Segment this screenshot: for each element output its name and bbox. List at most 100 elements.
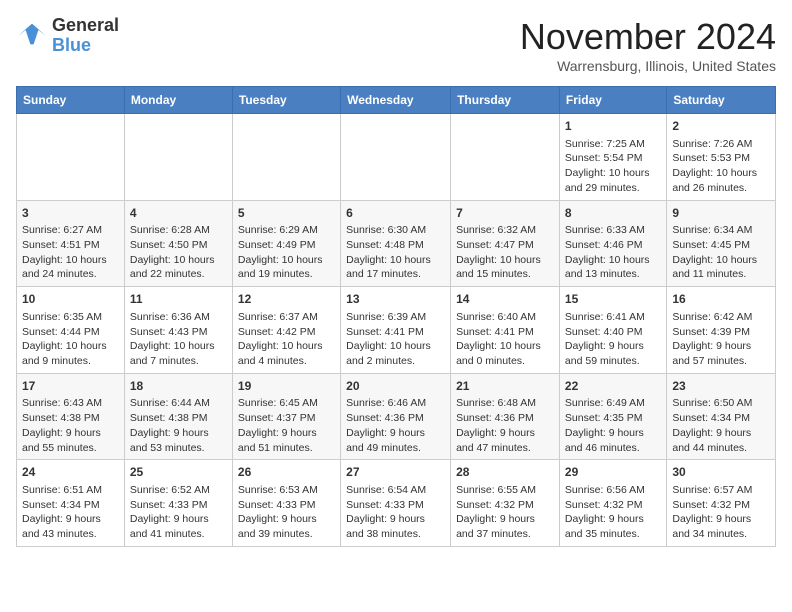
calendar-cell: 16Sunrise: 6:42 AMSunset: 4:39 PMDayligh…: [667, 287, 776, 374]
day-info: Sunset: 4:46 PM: [565, 238, 661, 253]
day-info: Sunset: 4:37 PM: [238, 411, 335, 426]
day-number: 7: [456, 205, 554, 222]
day-info: Sunrise: 6:53 AM: [238, 483, 335, 498]
day-info: Sunset: 4:50 PM: [130, 238, 227, 253]
day-info: Sunrise: 7:26 AM: [672, 137, 770, 152]
calendar-cell: [341, 114, 451, 201]
day-info: Sunrise: 6:50 AM: [672, 396, 770, 411]
calendar-cell: 15 Sunrise: 6:41 AMSunset: 4:40 PMDayligh…: [559, 287, 666, 374]
day-info: Sunrise: 6:44 AM: [130, 396, 227, 411]
day-number: 24: [22, 464, 119, 481]
calendar-cell: 3Sunrise: 6:27 AMSunset: 4:51 PMDaylight…: [17, 200, 125, 287]
col-header-thursday: Thursday: [451, 87, 560, 114]
day-info: Daylight: 9 hours and 39 minutes.: [238, 512, 335, 541]
day-info: Daylight: 10 hours and 26 minutes.: [672, 166, 770, 195]
day-info: Sunset: 4:49 PM: [238, 238, 335, 253]
day-number: 20: [346, 378, 445, 395]
day-info: Sunset: 4:34 PM: [22, 498, 119, 513]
day-info: Sunrise: 6:35 AM: [22, 310, 119, 325]
day-info: Sunset: 4:40 PM: [565, 325, 661, 340]
day-info: Sunset: 4:39 PM: [672, 325, 770, 340]
day-info: Daylight: 10 hours and 29 minutes.: [565, 166, 661, 195]
day-number: 3: [22, 205, 119, 222]
day-info: Daylight: 10 hours and 7 minutes.: [130, 339, 227, 368]
calendar-cell: 2Sunrise: 7:26 AMSunset: 5:53 PMDaylight…: [667, 114, 776, 201]
calendar-cell: 27Sunrise: 6:54 AMSunset: 4:33 PMDayligh…: [341, 460, 451, 547]
day-info: Sunset: 5:54 PM: [565, 151, 661, 166]
calendar-cell: 10Sunrise: 6:35 AMSunset: 4:44 PMDayligh…: [17, 287, 125, 374]
day-info: Daylight: 9 hours and 37 minutes.: [456, 512, 554, 541]
calendar-cell: 4Sunrise: 6:28 AMSunset: 4:50 PMDaylight…: [124, 200, 232, 287]
day-info: Daylight: 10 hours and 4 minutes.: [238, 339, 335, 368]
day-info: Daylight: 9 hours and 51 minutes.: [238, 426, 335, 455]
day-info: Sunrise: 6:37 AM: [238, 310, 335, 325]
day-info: Sunrise: 6:52 AM: [130, 483, 227, 498]
day-number: 22: [565, 378, 661, 395]
day-info: Daylight: 10 hours and 17 minutes.: [346, 253, 445, 282]
calendar-cell: 26Sunrise: 6:53 AMSunset: 4:33 PMDayligh…: [232, 460, 340, 547]
day-info: Sunset: 5:53 PM: [672, 151, 770, 166]
calendar-table: SundayMondayTuesdayWednesdayThursdayFrid…: [16, 86, 776, 547]
day-number: 12: [238, 291, 335, 308]
logo-text: General Blue: [52, 16, 119, 56]
calendar-cell: 29Sunrise: 6:56 AMSunset: 4:32 PMDayligh…: [559, 460, 666, 547]
day-info: Daylight: 9 hours and 44 minutes.: [672, 426, 770, 455]
day-info: Daylight: 9 hours and 59 minutes.: [565, 339, 661, 368]
logo-bird-icon: [16, 22, 48, 50]
calendar-cell: [17, 114, 125, 201]
day-info: Sunrise: 6:28 AM: [130, 223, 227, 238]
calendar-cell: 24Sunrise: 6:51 AMSunset: 4:34 PMDayligh…: [17, 460, 125, 547]
day-number: 18: [130, 378, 227, 395]
col-header-saturday: Saturday: [667, 87, 776, 114]
calendar-cell: 25 Sunrise: 6:52 AMSunset: 4:33 PMDayligh…: [124, 460, 232, 547]
day-info: Sunrise: 6:32 AM: [456, 223, 554, 238]
day-info: Sunrise: 6:40 AM: [456, 310, 554, 325]
day-info: Sunrise: 6:46 AM: [346, 396, 445, 411]
day-info: Daylight: 9 hours and 41 minutes.: [130, 512, 227, 541]
day-info: Sunrise: 6:30 AM: [346, 223, 445, 238]
day-number: 9: [672, 205, 770, 222]
day-info: Sunrise: 6:33 AM: [565, 223, 661, 238]
day-info: Sunset: 4:36 PM: [346, 411, 445, 426]
day-info: Daylight: 10 hours and 24 minutes.: [22, 253, 119, 282]
day-number: 14: [456, 291, 554, 308]
day-info: Sunset: 4:32 PM: [565, 498, 661, 513]
calendar-cell: 6Sunrise: 6:30 AMSunset: 4:48 PMDaylight…: [341, 200, 451, 287]
day-info: Daylight: 10 hours and 2 minutes.: [346, 339, 445, 368]
day-number: 15: [565, 291, 661, 308]
calendar-cell: 22Sunrise: 6:49 AMSunset: 4:35 PMDayligh…: [559, 373, 666, 460]
col-header-tuesday: Tuesday: [232, 87, 340, 114]
day-number: 1: [565, 118, 661, 135]
day-number: 4: [130, 205, 227, 222]
day-info: Sunset: 4:41 PM: [346, 325, 445, 340]
day-info: Sunrise: 6:36 AM: [130, 310, 227, 325]
day-info: Sunset: 4:51 PM: [22, 238, 119, 253]
day-number: 23: [672, 378, 770, 395]
day-number: 13: [346, 291, 445, 308]
day-info: Sunset: 4:32 PM: [456, 498, 554, 513]
month-title: November 2024: [520, 16, 776, 58]
day-info: Sunset: 4:32 PM: [672, 498, 770, 513]
day-info: Sunrise: 6:55 AM: [456, 483, 554, 498]
day-info: Sunrise: 6:48 AM: [456, 396, 554, 411]
calendar-cell: 18Sunrise: 6:44 AMSunset: 4:38 PMDayligh…: [124, 373, 232, 460]
day-info: Sunset: 4:43 PM: [130, 325, 227, 340]
day-info: Sunrise: 6:27 AM: [22, 223, 119, 238]
col-header-wednesday: Wednesday: [341, 87, 451, 114]
calendar-cell: 19Sunrise: 6:45 AMSunset: 4:37 PMDayligh…: [232, 373, 340, 460]
day-info: Sunrise: 6:57 AM: [672, 483, 770, 498]
day-info: Daylight: 9 hours and 49 minutes.: [346, 426, 445, 455]
day-number: 17: [22, 378, 119, 395]
day-info: Sunrise: 6:56 AM: [565, 483, 661, 498]
day-info: Sunset: 4:33 PM: [130, 498, 227, 513]
day-info: Sunrise: 6:29 AM: [238, 223, 335, 238]
day-info: Daylight: 10 hours and 15 minutes.: [456, 253, 554, 282]
day-info: Sunrise: 6:41 AM: [565, 310, 661, 325]
day-info: Sunset: 4:42 PM: [238, 325, 335, 340]
day-number: 5: [238, 205, 335, 222]
day-number: 16: [672, 291, 770, 308]
day-number: 25: [130, 464, 227, 481]
day-info: Sunset: 4:38 PM: [22, 411, 119, 426]
day-info: Sunset: 4:44 PM: [22, 325, 119, 340]
day-info: Sunset: 4:33 PM: [238, 498, 335, 513]
